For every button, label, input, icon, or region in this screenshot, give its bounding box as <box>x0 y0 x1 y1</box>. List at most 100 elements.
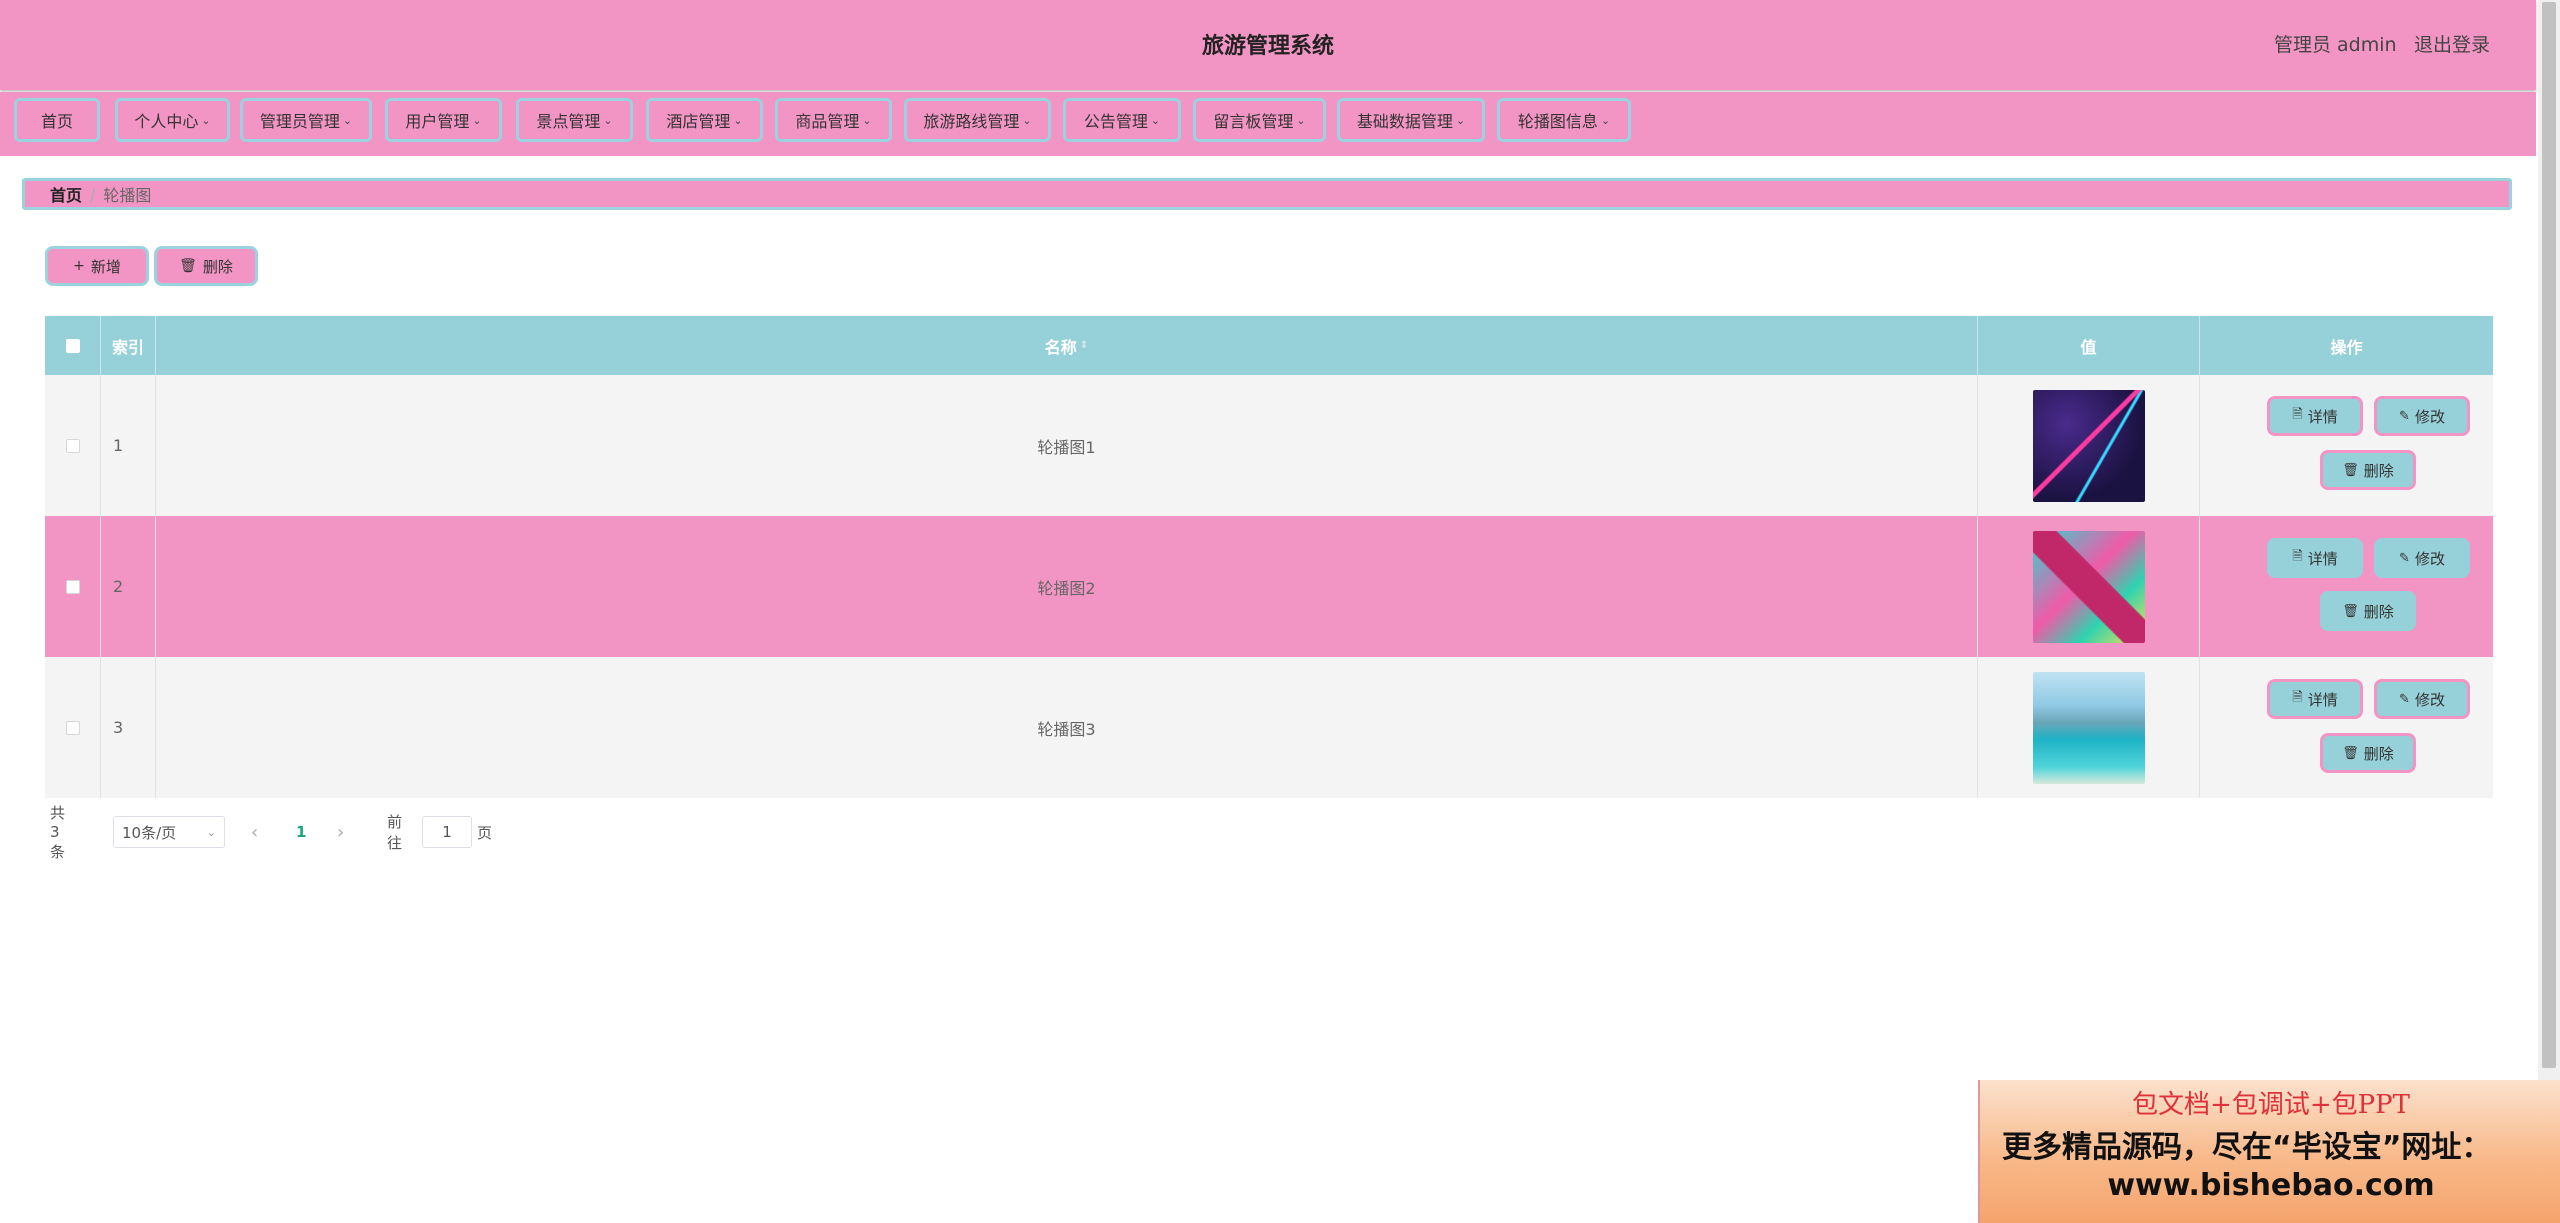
breadcrumb: 首页 / 轮播图 <box>22 178 2512 210</box>
edit-button[interactable]: ✎ 修改 <box>2374 679 2470 719</box>
logout-link[interactable]: 退出登录 <box>2414 30 2490 57</box>
page-number-current[interactable]: 1 <box>296 816 306 848</box>
row-value-cell <box>1978 516 2200 657</box>
chevron-down-icon: ⌄ <box>603 113 613 127</box>
document-icon: 🗎 <box>2292 549 2303 564</box>
row-actions: 🗎 详情 ✎ 修改 🗑 删除 <box>2200 375 2493 516</box>
detail-button-label: 详情 <box>2307 690 2338 709</box>
nav-item-personal-center[interactable]: 个人中心 ⌄ <box>115 98 230 142</box>
nav-item-notice-management[interactable]: 公告管理 ⌄ <box>1063 98 1181 142</box>
delete-button[interactable]: 🗑 删除 <box>2320 450 2416 490</box>
edit-button[interactable]: ✎ 修改 <box>2374 396 2470 436</box>
nav-item-label: 基础数据管理 <box>1356 112 1453 131</box>
pagination-total: 共 3 条 <box>50 804 66 861</box>
abstract-purple-image[interactable] <box>2032 389 2145 502</box>
row-checkbox[interactable] <box>65 579 80 594</box>
chevron-down-icon: ⌄ <box>1455 113 1466 127</box>
chevron-down-icon: ⌄ <box>342 113 353 127</box>
nav-item-carousel-info[interactable]: 轮播图信息 ⌄ <box>1497 98 1631 142</box>
document-icon: 🗎 <box>2292 690 2303 705</box>
scrollbar-thumb[interactable] <box>2542 2 2556 1068</box>
goto-page-input[interactable]: 1 <box>422 816 472 848</box>
nav-item-user-management[interactable]: 用户管理 ⌄ <box>385 98 502 142</box>
nav-item-admin-management[interactable]: 管理员管理 ⌄ <box>240 98 372 142</box>
row-value-cell <box>1978 375 2200 516</box>
row-value-cell <box>1978 657 2200 798</box>
detail-button[interactable]: 🗎 详情 <box>2267 538 2363 578</box>
row-checkbox[interactable] <box>65 720 80 735</box>
document-icon: 🗎 <box>2292 407 2303 422</box>
row-index: 1 <box>101 375 156 516</box>
row-index: 3 <box>101 657 156 798</box>
row-select-cell <box>45 516 101 657</box>
ad-banner-line2: 更多精品源码，尽在“毕设宝”网址： <box>2002 1130 2492 1165</box>
row-actions: 🗎 详情 ✎ 修改 🗑 删除 <box>2200 657 2493 798</box>
colorful-star-image[interactable] <box>2032 530 2145 643</box>
trash-icon: 🗑 <box>179 258 197 274</box>
edit-button-label: 修改 <box>2414 549 2445 568</box>
column-header-index[interactable]: 索引 <box>101 316 156 375</box>
row-name: 轮播图1 <box>156 375 1978 516</box>
nav-item-route-management[interactable]: 旅游路线管理 ⌄ <box>904 98 1051 142</box>
chevron-down-icon: ⌄ <box>1296 113 1306 127</box>
page-size-select[interactable]: 10条/页 ⌄ <box>113 816 225 848</box>
detail-button-label: 详情 <box>2307 407 2338 426</box>
select-all-checkbox[interactable] <box>65 338 80 353</box>
nav-item-label: 旅游路线管理 <box>923 112 1020 131</box>
nav-item-label: 管理员管理 <box>259 112 340 131</box>
trash-icon: 🗑 <box>2342 462 2359 478</box>
nav-item-label: 商品管理 <box>795 112 860 131</box>
chevron-down-icon: ⌄ <box>1600 113 1611 127</box>
nav-item-label: 景点管理 <box>536 112 601 131</box>
detail-button[interactable]: 🗎 详情 <box>2267 679 2363 719</box>
add-button[interactable]: + 新增 <box>45 246 149 286</box>
row-name: 轮播图2 <box>156 516 1978 657</box>
nav-item-scenic-management[interactable]: 景点管理 ⌄ <box>516 98 633 142</box>
nav-item-label: 轮播图信息 <box>1517 112 1598 131</box>
edit-button-label: 修改 <box>2414 690 2445 709</box>
row-actions: 🗎 详情 ✎ 修改 🗑 删除 <box>2200 516 2493 657</box>
table-row: 1 轮播图1 🗎 详情 ✎ 修改 🗑 删除 <box>45 375 2493 516</box>
pencil-icon: ✎ <box>2399 550 2410 566</box>
detail-button-label: 详情 <box>2307 549 2338 568</box>
row-select-cell <box>45 657 101 798</box>
page-size-value: 10条/页 <box>122 823 177 842</box>
column-header-value-label: 值 <box>2080 337 2097 357</box>
nav-item-hotel-management[interactable]: 酒店管理 ⌄ <box>646 98 763 142</box>
breadcrumb-separator: / <box>90 184 96 204</box>
ad-banner: 包文档+包调试+包PPT 更多精品源码，尽在“毕设宝”网址： www.bishe… <box>1978 1080 2560 1223</box>
beach-image[interactable] <box>2032 671 2145 784</box>
nav-item-home[interactable]: 首页 <box>14 98 100 142</box>
row-checkbox[interactable] <box>65 438 80 453</box>
batch-delete-button[interactable]: 🗑 删除 <box>154 246 258 286</box>
nav-item-label: 首页 <box>40 112 73 131</box>
nav-item-product-management[interactable]: 商品管理 ⌄ <box>775 98 892 142</box>
pencil-icon: ✎ <box>2399 691 2410 707</box>
nav-item-label: 用户管理 <box>405 112 470 131</box>
delete-button[interactable]: 🗑 删除 <box>2320 591 2416 631</box>
main-nav: 首页 个人中心 ⌄ 管理员管理 ⌄ 用户管理 ⌄ 景点管理 ⌄ 酒店管理 ⌄ 商品管理 ⌄ … <box>0 92 2536 156</box>
top-header: 旅游管理系统 管理员 admin 退出登录 <box>0 0 2536 90</box>
page-suffix-label: 页 <box>477 823 493 842</box>
vertical-scrollbar[interactable] <box>2538 0 2560 1223</box>
chevron-down-icon: ⌄ <box>1150 113 1161 127</box>
prev-page-icon[interactable]: ‹ <box>251 816 258 848</box>
table-row: 3 轮播图3 🗎 详情 ✎ 修改 🗑 删除 <box>45 657 2493 798</box>
edit-button[interactable]: ✎ 修改 <box>2374 538 2470 578</box>
detail-button[interactable]: 🗎 详情 <box>2267 396 2363 436</box>
breadcrumb-home[interactable]: 首页 <box>50 182 82 206</box>
ad-banner-line1: 包文档+包调试+包PPT <box>2132 1090 2410 1120</box>
goto-label: 前往 <box>387 813 403 852</box>
nav-item-base-data-management[interactable]: 基础数据管理 ⌄ <box>1337 98 1485 142</box>
next-page-icon[interactable]: › <box>337 816 344 848</box>
nav-item-message-board-management[interactable]: 留言板管理 ⌄ <box>1193 98 1326 142</box>
column-header-name[interactable]: 名称 ⇕ <box>156 316 1978 375</box>
chevron-down-icon: ⌄ <box>1022 113 1032 127</box>
chevron-down-icon: ⌄ <box>472 113 482 127</box>
delete-button-label: 删除 <box>2363 744 2394 763</box>
delete-button[interactable]: 🗑 删除 <box>2320 733 2416 773</box>
nav-item-label: 留言板管理 <box>1213 112 1294 131</box>
column-header-value: 值 <box>1978 316 2200 375</box>
row-select-cell <box>45 375 101 516</box>
chevron-down-icon: ⌄ <box>206 825 216 839</box>
